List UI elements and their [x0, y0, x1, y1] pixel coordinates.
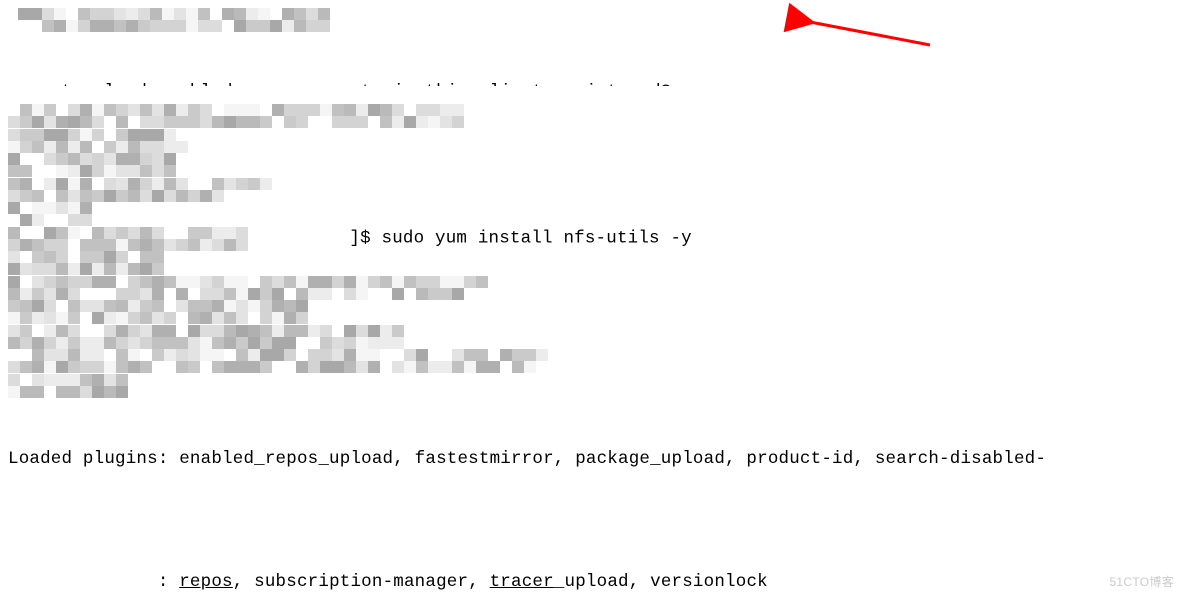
plugins-repos-link: repos — [179, 572, 233, 592]
watermark-text: 51CTO博客 — [1109, 570, 1174, 595]
plugins-line-2: : repos, subscription-manager, tracer_up… — [8, 570, 1176, 595]
redacted-pixel-row — [8, 263, 164, 275]
plugins-line-1: Loaded plugins: enabled_repos_upload, fa… — [8, 447, 1176, 472]
redacted-pixel-row — [8, 129, 200, 141]
redacted-pixel-row — [8, 386, 128, 398]
redacted-pixel-row — [8, 104, 464, 116]
prompt-line: [ ]$ sudo yum install nfs-utils -y — [8, 202, 1176, 227]
plugins-indent: : — [8, 572, 179, 592]
cropped-prev-line: cannot upload enabled repos report, is t… — [8, 80, 1176, 86]
terminal-output: cannot upload enabled repos report, is t… — [0, 0, 1184, 600]
redacted-pixel-row — [8, 178, 272, 190]
redacted-pixel-row — [8, 325, 404, 337]
redacted-pixel-row — [8, 202, 92, 214]
redacted-pixel-row — [8, 337, 404, 349]
redacted-pixel-row — [8, 251, 164, 263]
redacted-pixel-row — [8, 349, 548, 361]
command-text: sudo yum install nfs-utils -y — [382, 229, 692, 249]
redacted-pixel-row — [8, 300, 308, 312]
plugins-suffix: _upload, versionlock — [554, 572, 768, 592]
redacted-pixel-row — [8, 190, 272, 202]
redacted-pixel-row — [8, 141, 200, 153]
redacted-pixel-row — [8, 239, 248, 251]
redacted-pixel-row — [18, 20, 330, 32]
plugins-tracer-link: tracer — [490, 572, 554, 592]
redacted-pixel-row — [8, 276, 488, 288]
redacted-pixel-row — [18, 8, 330, 20]
redacted-pixel-row — [8, 214, 92, 226]
plugins-mid: , subscription-manager, — [233, 572, 490, 592]
redacted-pixel-row — [8, 227, 248, 239]
redacted-pixel-row — [8, 153, 176, 165]
prompt-suffix: ]$ — [339, 229, 382, 249]
redacted-pixel-row — [8, 374, 128, 386]
redacted-pixel-row — [8, 288, 488, 300]
plugins-text-1: Loaded plugins: enabled_repos_upload, fa… — [8, 449, 1046, 469]
redacted-pixel-row — [8, 165, 176, 177]
redacted-pixel-row — [8, 312, 308, 324]
redacted-pixel-row — [8, 116, 464, 128]
redacted-pixel-row — [8, 361, 548, 373]
